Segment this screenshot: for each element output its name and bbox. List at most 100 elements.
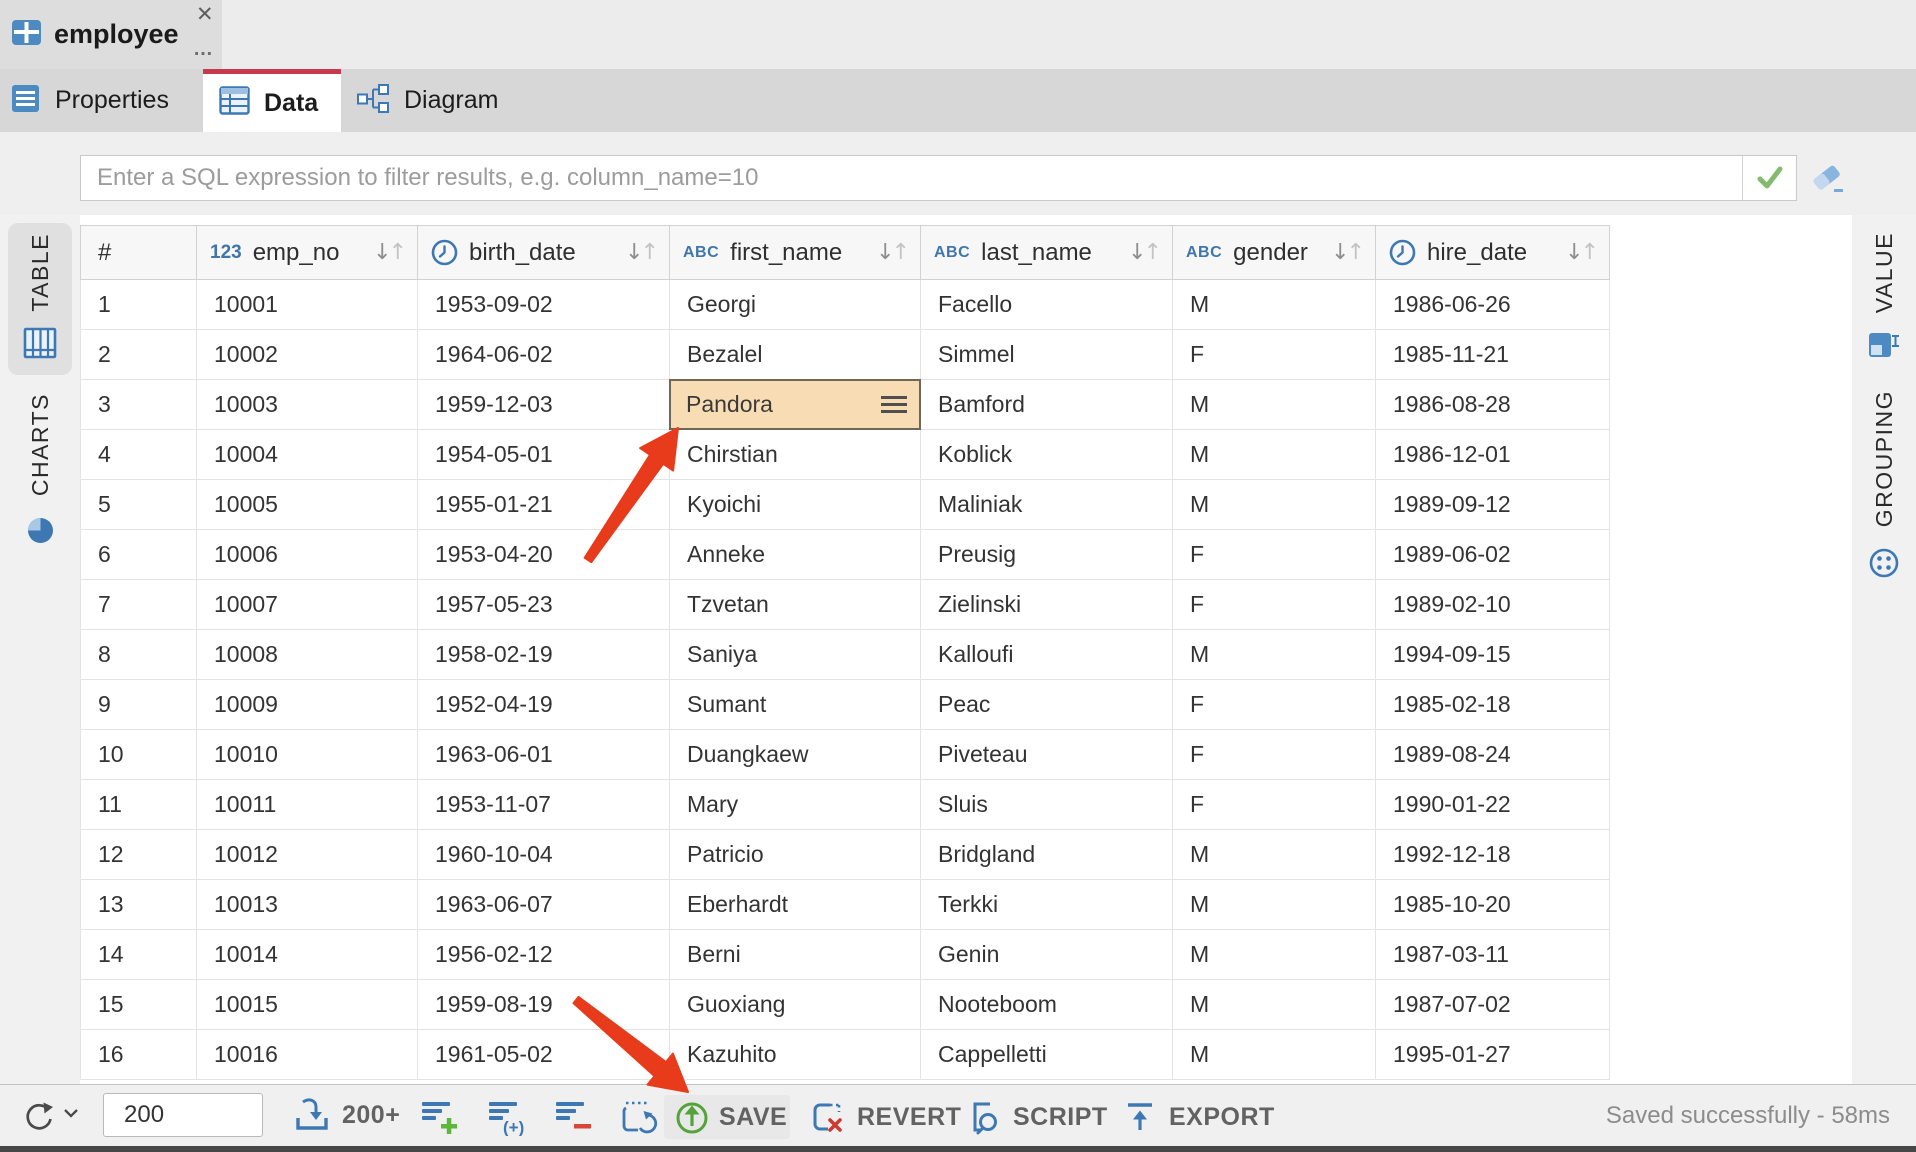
more-options-icon[interactable]: … — [193, 38, 214, 61]
data-cell[interactable]: 10004 — [197, 430, 418, 480]
selected-cell-box[interactable]: Pandora — [669, 379, 921, 430]
data-cell[interactable]: F — [1173, 530, 1376, 580]
column-header-last_name[interactable]: ABClast_name↓↑ — [921, 225, 1173, 280]
data-cell[interactable]: M — [1173, 880, 1376, 930]
data-cell[interactable]: 1985-11-21 — [1376, 330, 1610, 380]
data-cell[interactable]: 1953-04-20 — [418, 530, 670, 580]
row-number-cell[interactable]: 10 — [80, 730, 197, 780]
sidebar-tab-table[interactable]: TABLE — [8, 223, 72, 375]
data-cell[interactable]: M — [1173, 380, 1376, 430]
row-number-cell[interactable]: 5 — [80, 480, 197, 530]
data-cell[interactable]: M — [1173, 930, 1376, 980]
selected-cell[interactable]: Pandora — [670, 380, 921, 430]
data-cell[interactable]: Duangkaew — [670, 730, 921, 780]
close-icon[interactable]: ✕ — [196, 2, 214, 28]
tab-diagram[interactable]: Diagram — [345, 69, 525, 132]
data-cell[interactable]: 1989-06-02 — [1376, 530, 1610, 580]
data-cell[interactable]: Berni — [670, 930, 921, 980]
row-number-cell[interactable]: 14 — [80, 930, 197, 980]
row-number-cell[interactable]: 4 — [80, 430, 197, 480]
add-row-button[interactable] — [420, 1098, 460, 1141]
data-cell[interactable]: 1960-10-04 — [418, 830, 670, 880]
sort-icon[interactable]: ↓↑ — [1128, 242, 1162, 264]
data-cell[interactable]: M — [1173, 430, 1376, 480]
data-cell[interactable]: Tzvetan — [670, 580, 921, 630]
data-cell[interactable]: 10001 — [197, 280, 418, 330]
data-cell[interactable]: 1963-06-01 — [418, 730, 670, 780]
data-cell[interactable]: 1955-01-21 — [418, 480, 670, 530]
data-cell[interactable]: 1986-06-26 — [1376, 280, 1610, 330]
data-cell[interactable]: 1989-08-24 — [1376, 730, 1610, 780]
refresh-dropdown-chevron-icon[interactable] — [64, 1109, 78, 1118]
data-cell[interactable]: Patricio — [670, 830, 921, 880]
data-cell[interactable]: 10007 — [197, 580, 418, 630]
data-cell[interactable]: Guoxiang — [670, 980, 921, 1030]
data-cell[interactable]: 1953-09-02 — [418, 280, 670, 330]
data-cell[interactable]: 1959-08-19 — [418, 980, 670, 1030]
data-cell[interactable]: Kalloufi — [921, 630, 1173, 680]
row-number-cell[interactable]: 11 — [80, 780, 197, 830]
data-cell[interactable]: 1959-12-03 — [418, 380, 670, 430]
cell-menu-icon[interactable] — [881, 392, 907, 417]
data-cell[interactable]: 1992-12-18 — [1376, 830, 1610, 880]
column-header-rownum[interactable]: # — [80, 225, 197, 280]
data-cell[interactable]: 1957-05-23 — [418, 580, 670, 630]
data-cell[interactable]: Eberhardt — [670, 880, 921, 930]
data-cell[interactable]: Sluis — [921, 780, 1173, 830]
tab-data[interactable]: Data — [203, 69, 341, 132]
data-cell[interactable]: 1989-02-10 — [1376, 580, 1610, 630]
data-cell[interactable]: 10012 — [197, 830, 418, 880]
generate-mock-data-button[interactable] — [618, 1098, 658, 1141]
row-number-cell[interactable]: 8 — [80, 630, 197, 680]
column-header-birth_date[interactable]: birth_date↓↑ — [418, 225, 670, 280]
column-header-gender[interactable]: ABCgender↓↑ — [1173, 225, 1376, 280]
data-cell[interactable]: 1985-10-20 — [1376, 880, 1610, 930]
data-cell[interactable]: Nooteboom — [921, 980, 1173, 1030]
data-cell[interactable]: F — [1173, 330, 1376, 380]
data-cell[interactable]: 1985-02-18 — [1376, 680, 1610, 730]
tab-properties[interactable]: Properties — [0, 69, 200, 132]
sort-icon[interactable]: ↓↑ — [1565, 242, 1599, 264]
data-cell[interactable]: F — [1173, 580, 1376, 630]
data-cell[interactable]: 10015 — [197, 980, 418, 1030]
sort-icon[interactable]: ↓↑ — [373, 242, 407, 264]
script-button[interactable]: SCRIPT — [964, 1095, 1108, 1139]
document-tab-employee[interactable]: employee — [0, 0, 222, 69]
data-cell[interactable]: 1986-12-01 — [1376, 430, 1610, 480]
data-cell[interactable]: Bezalel — [670, 330, 921, 380]
data-cell[interactable]: Terkki — [921, 880, 1173, 930]
data-cell[interactable]: Chirstian — [670, 430, 921, 480]
data-cell[interactable]: Bridgland — [921, 830, 1173, 880]
sort-icon[interactable]: ↓↑ — [625, 242, 659, 264]
data-cell[interactable]: Piveteau — [921, 730, 1173, 780]
data-cell[interactable]: 1953-11-07 — [418, 780, 670, 830]
data-cell[interactable]: Anneke — [670, 530, 921, 580]
clear-filter-button[interactable] — [1806, 157, 1848, 199]
data-cell[interactable]: 10003 — [197, 380, 418, 430]
data-cell[interactable]: 10014 — [197, 930, 418, 980]
data-cell[interactable]: 10013 — [197, 880, 418, 930]
data-cell[interactable]: M — [1173, 1030, 1376, 1080]
data-cell[interactable]: Genin — [921, 930, 1173, 980]
fetch-size-input[interactable] — [103, 1093, 263, 1137]
data-cell[interactable]: 10008 — [197, 630, 418, 680]
row-number-cell[interactable]: 7 — [80, 580, 197, 630]
data-cell[interactable]: F — [1173, 780, 1376, 830]
data-cell[interactable]: Zielinski — [921, 580, 1173, 630]
data-cell[interactable]: 1956-02-12 — [418, 930, 670, 980]
data-cell[interactable]: 1990-01-22 — [1376, 780, 1610, 830]
row-number-cell[interactable]: 9 — [80, 680, 197, 730]
sidebar-tab-charts[interactable]: CHARTS — [8, 385, 72, 555]
data-cell[interactable]: M — [1173, 480, 1376, 530]
duplicate-row-button[interactable]: (+) — [487, 1098, 527, 1141]
column-header-hire_date[interactable]: hire_date↓↑ — [1376, 225, 1610, 280]
data-cell[interactable]: 1963-06-07 — [418, 880, 670, 930]
row-number-cell[interactable]: 3 — [80, 380, 197, 430]
data-cell[interactable]: 1995-01-27 — [1376, 1030, 1610, 1080]
sort-icon[interactable]: ↓↑ — [1331, 242, 1365, 264]
data-cell[interactable]: Georgi — [670, 280, 921, 330]
data-cell[interactable]: Peac — [921, 680, 1173, 730]
data-cell[interactable]: 1954-05-01 — [418, 430, 670, 480]
data-cell[interactable]: 1989-09-12 — [1376, 480, 1610, 530]
data-cell[interactable]: Sumant — [670, 680, 921, 730]
